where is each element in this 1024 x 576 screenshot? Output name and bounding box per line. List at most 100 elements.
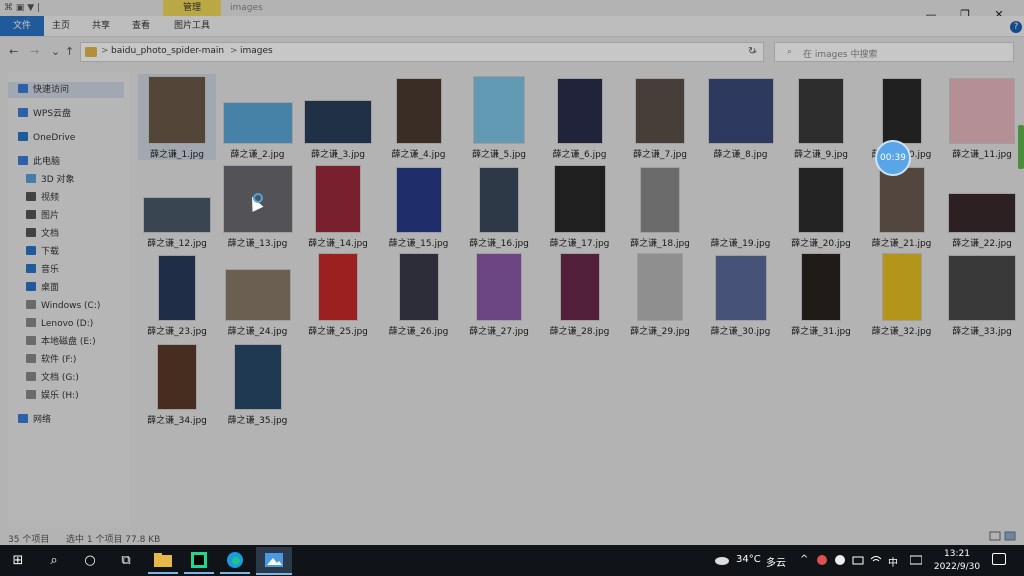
- sidebar-item[interactable]: 文档 (G:): [26, 370, 79, 386]
- file-item[interactable]: 薛之谦_7.jpg: [621, 74, 699, 160]
- clock[interactable]: 13:21 2022/9/30: [932, 548, 982, 574]
- file-explorer-icon[interactable]: [148, 548, 178, 574]
- task-view-icon[interactable]: ⧉: [116, 551, 136, 571]
- file-item[interactable]: 薛之谦_28.jpg: [541, 251, 619, 337]
- file-item[interactable]: 薛之谦_5.jpg: [460, 74, 538, 160]
- tab-manage[interactable]: 管理: [163, 0, 221, 16]
- file-item[interactable]: 薛之谦_29.jpg: [621, 251, 699, 337]
- file-item[interactable]: 薛之谦_35.jpg: [219, 340, 297, 426]
- up-button[interactable]: ↑: [65, 45, 74, 58]
- show-hidden-icons-icon[interactable]: ^: [800, 554, 808, 565]
- tab-picture-tools[interactable]: 图片工具: [166, 16, 218, 36]
- file-item[interactable]: 薛之谦_32.jpg: [863, 251, 941, 337]
- file-item[interactable]: 薛之谦_1.jpg: [138, 74, 216, 160]
- sidebar-item[interactable]: Lenovo (D:): [26, 316, 93, 332]
- file-item[interactable]: 薛之谦_22.jpg: [943, 163, 1021, 249]
- weather-description[interactable]: 多云: [766, 554, 786, 569]
- sidebar-item[interactable]: 下载: [26, 244, 59, 260]
- tab-home[interactable]: 主页: [44, 16, 78, 36]
- address-bar[interactable]: > baidu_photo_spider-main > images ⌄: [80, 42, 764, 62]
- sidebar-item[interactable]: 图片: [26, 208, 59, 224]
- file-item[interactable]: 薛之谦_24.jpg: [219, 251, 297, 337]
- file-item[interactable]: 薛之谦_14.jpg: [299, 163, 377, 249]
- recent-locations-button[interactable]: ⌄: [51, 45, 60, 58]
- weather-temperature[interactable]: 34°C: [736, 554, 761, 565]
- back-button[interactable]: ←: [9, 45, 18, 58]
- search-placeholder: 在 images 中搜索: [803, 50, 878, 60]
- breadcrumb-images[interactable]: images: [240, 46, 273, 56]
- file-item[interactable]: 薛之谦_34.jpg: [138, 340, 216, 426]
- wifi-icon[interactable]: [870, 554, 882, 566]
- sidebar-item[interactable]: 桌面: [26, 280, 59, 296]
- file-item[interactable]: 薛之谦_8.jpg: [702, 74, 780, 160]
- sidebar-item[interactable]: 3D 对象: [26, 172, 75, 188]
- weather-cloud-icon[interactable]: [714, 555, 730, 565]
- tray-app-icon[interactable]: [816, 554, 828, 566]
- sidebar-item[interactable]: 网络: [18, 412, 51, 428]
- help-icon[interactable]: ?: [1010, 21, 1022, 33]
- sidebar-item[interactable]: 此电脑: [18, 154, 60, 170]
- cortana-icon[interactable]: ○: [80, 551, 100, 571]
- file-item[interactable]: 薛之谦_2.jpg: [219, 74, 297, 160]
- file-item[interactable]: 薛之谦_31.jpg: [782, 251, 860, 337]
- sidebar-item[interactable]: 文档: [26, 226, 59, 242]
- pycharm-icon[interactable]: [184, 548, 214, 574]
- side-handle[interactable]: [1018, 125, 1024, 169]
- qq-icon[interactable]: [834, 554, 846, 566]
- photos-app-icon[interactable]: [256, 547, 292, 575]
- edge-browser-icon[interactable]: [220, 548, 250, 574]
- sidebar-item[interactable]: 本地磁盘 (E:): [26, 334, 96, 350]
- file-item[interactable]: 薛之谦_9.jpg: [782, 74, 860, 160]
- file-item[interactable]: 薛之谦_26.jpg: [380, 251, 458, 337]
- network-tray-icon[interactable]: [852, 554, 864, 566]
- file-item[interactable]: 薛之谦_3.jpg: [299, 74, 377, 160]
- search-icon[interactable]: ⌕: [44, 551, 64, 571]
- sidebar-item[interactable]: 音乐: [26, 262, 59, 278]
- breadcrumb-baidu-photo-spider-main[interactable]: baidu_photo_spider-main: [111, 46, 224, 56]
- file-item[interactable]: 薛之谦_21.jpg: [863, 163, 941, 249]
- tab-file[interactable]: 文件: [0, 16, 44, 36]
- sidebar-item[interactable]: 软件 (F:): [26, 352, 76, 368]
- image-thumbnail: [714, 255, 767, 321]
- sidebar-item[interactable]: OneDrive: [18, 130, 75, 146]
- file-item[interactable]: 薛之谦_19.jpg: [702, 163, 780, 249]
- file-item[interactable]: 薛之谦_30.jpg: [702, 251, 780, 337]
- file-item[interactable]: 薛之谦_12.jpg: [138, 163, 216, 249]
- tab-share[interactable]: 共享: [84, 16, 118, 36]
- file-item[interactable]: 薛之谦_33.jpg: [943, 251, 1021, 337]
- file-item[interactable]: 薛之谦_11.jpg: [943, 74, 1021, 160]
- start-icon[interactable]: ⊞: [8, 551, 28, 571]
- download-icon: [26, 246, 36, 255]
- file-item[interactable]: 薛之谦_27.jpg: [460, 251, 538, 337]
- file-name: 薛之谦_7.jpg: [632, 150, 687, 160]
- details-view-icon[interactable]: [988, 530, 1018, 542]
- file-item[interactable]: 薛之谦_4.jpg: [380, 74, 458, 160]
- forward-button[interactable]: →: [30, 45, 39, 58]
- refresh-icon[interactable]: ↻: [748, 46, 756, 57]
- folder-icon: [85, 47, 97, 57]
- file-item[interactable]: 薛之谦_6.jpg: [541, 74, 619, 160]
- sidebar-item[interactable]: 视频: [26, 190, 59, 206]
- file-item[interactable]: 薛之谦_20.jpg: [782, 163, 860, 249]
- file-name: 薛之谦_17.jpg: [549, 238, 610, 249]
- input-method-indicator[interactable]: 中: [888, 554, 898, 569]
- file-item[interactable]: 薛之谦_17.jpg: [541, 163, 619, 249]
- file-name: 薛之谦_1.jpg: [149, 150, 204, 160]
- search-input[interactable]: ⌕ 在 images 中搜索: [774, 42, 1014, 62]
- recording-timer: 00:39: [875, 140, 911, 176]
- file-item[interactable]: 薛之谦_25.jpg: [299, 251, 377, 337]
- sidebar-item[interactable]: Windows (C:): [26, 298, 100, 314]
- tab-view[interactable]: 查看: [124, 16, 158, 36]
- sidebar-item[interactable]: 娱乐 (H:): [26, 388, 79, 404]
- file-item[interactable]: 薛之谦_16.jpg: [460, 163, 538, 249]
- image-thumbnail: [148, 76, 206, 144]
- view-toggle[interactable]: [988, 530, 1018, 542]
- quick-access-toolbar[interactable]: ⌘ ▣ ▼ |: [4, 3, 40, 13]
- sidebar-item[interactable]: 快速访问: [8, 82, 124, 98]
- notification-center-icon[interactable]: [992, 553, 1006, 565]
- file-item[interactable]: 薛之谦_15.jpg: [380, 163, 458, 249]
- sidebar-item[interactable]: WPS云盘: [18, 106, 71, 122]
- file-item[interactable]: 薛之谦_18.jpg: [621, 163, 699, 249]
- file-item[interactable]: 薛之谦_23.jpg: [138, 251, 216, 337]
- keyboard-icon[interactable]: [910, 554, 922, 566]
